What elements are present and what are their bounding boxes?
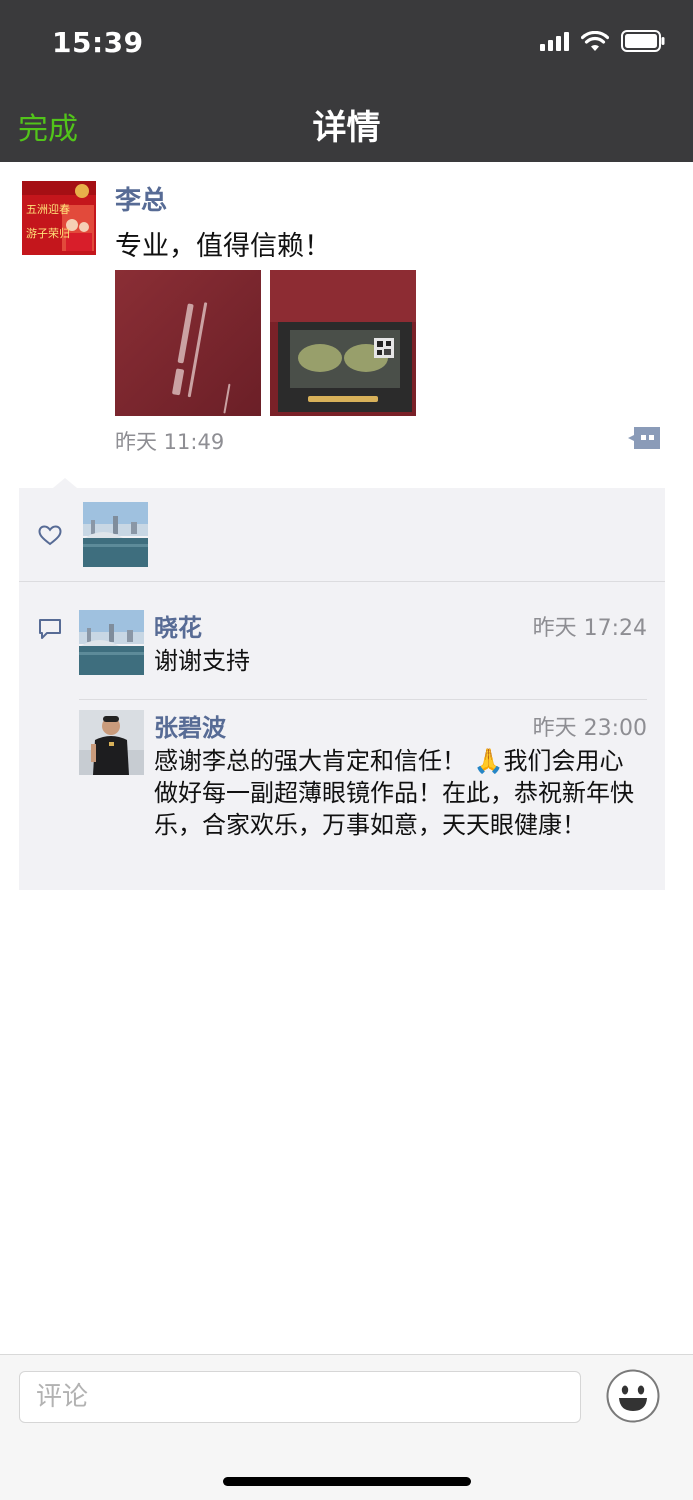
heart-icon <box>38 525 62 550</box>
commenter-avatar[interactable] <box>79 610 144 675</box>
status-time: 15:39 <box>52 26 144 59</box>
comment-text: 谢谢支持 <box>154 647 250 675</box>
comment-time: 昨天 23:00 <box>532 716 647 741</box>
post-photo-2[interactable] <box>270 270 416 416</box>
comment-bar <box>0 1354 693 1500</box>
post-photo-1[interactable] <box>115 270 261 416</box>
comment-input[interactable] <box>19 1371 581 1423</box>
panel-arrow <box>53 478 77 488</box>
author-avatar[interactable]: 五洲迎春 游子荣归 <box>22 181 96 255</box>
commenter-avatar[interactable] <box>79 710 144 775</box>
avatar-text-2: 游子荣归 <box>26 226 70 240</box>
comment-bubble-icon <box>38 618 62 644</box>
post-text: 专业，值得信赖！ <box>115 231 331 262</box>
comment-item[interactable]: 晓花 昨天 17:24 谢谢支持 <box>79 608 647 700</box>
commenter-name[interactable]: 晓花 <box>154 608 202 643</box>
top-bar: 15:39 完成 详情 <box>0 0 693 162</box>
home-indicator <box>223 1477 471 1486</box>
commenter-name[interactable]: 张碧波 <box>154 708 226 743</box>
battery-icon <box>621 30 665 52</box>
author-name[interactable]: 李总 <box>115 180 167 217</box>
likes-row <box>19 488 665 582</box>
like-avatar[interactable] <box>83 502 148 567</box>
comment-text: 感谢李总的强大肯定和信任！ 🙏我们会用心做好每一副超薄眼镜作品！在此，恭祝新年快… <box>154 747 634 839</box>
avatar-text-1: 五洲迎春 <box>26 203 70 216</box>
page-title: 详情 <box>312 108 381 148</box>
cellular-signal-icon <box>540 31 569 51</box>
wifi-icon <box>581 30 609 52</box>
status-icons <box>540 30 665 52</box>
comment-time: 昨天 17:24 <box>532 616 647 641</box>
more-actions-icon[interactable] <box>628 425 662 451</box>
post-time: 昨天 11:49 <box>115 430 225 454</box>
interaction-panel: 晓花 昨天 17:24 谢谢支持 张碧波 昨天 23:00 感谢李总的强大肯定和… <box>19 478 665 890</box>
emoji-icon[interactable] <box>606 1369 660 1423</box>
